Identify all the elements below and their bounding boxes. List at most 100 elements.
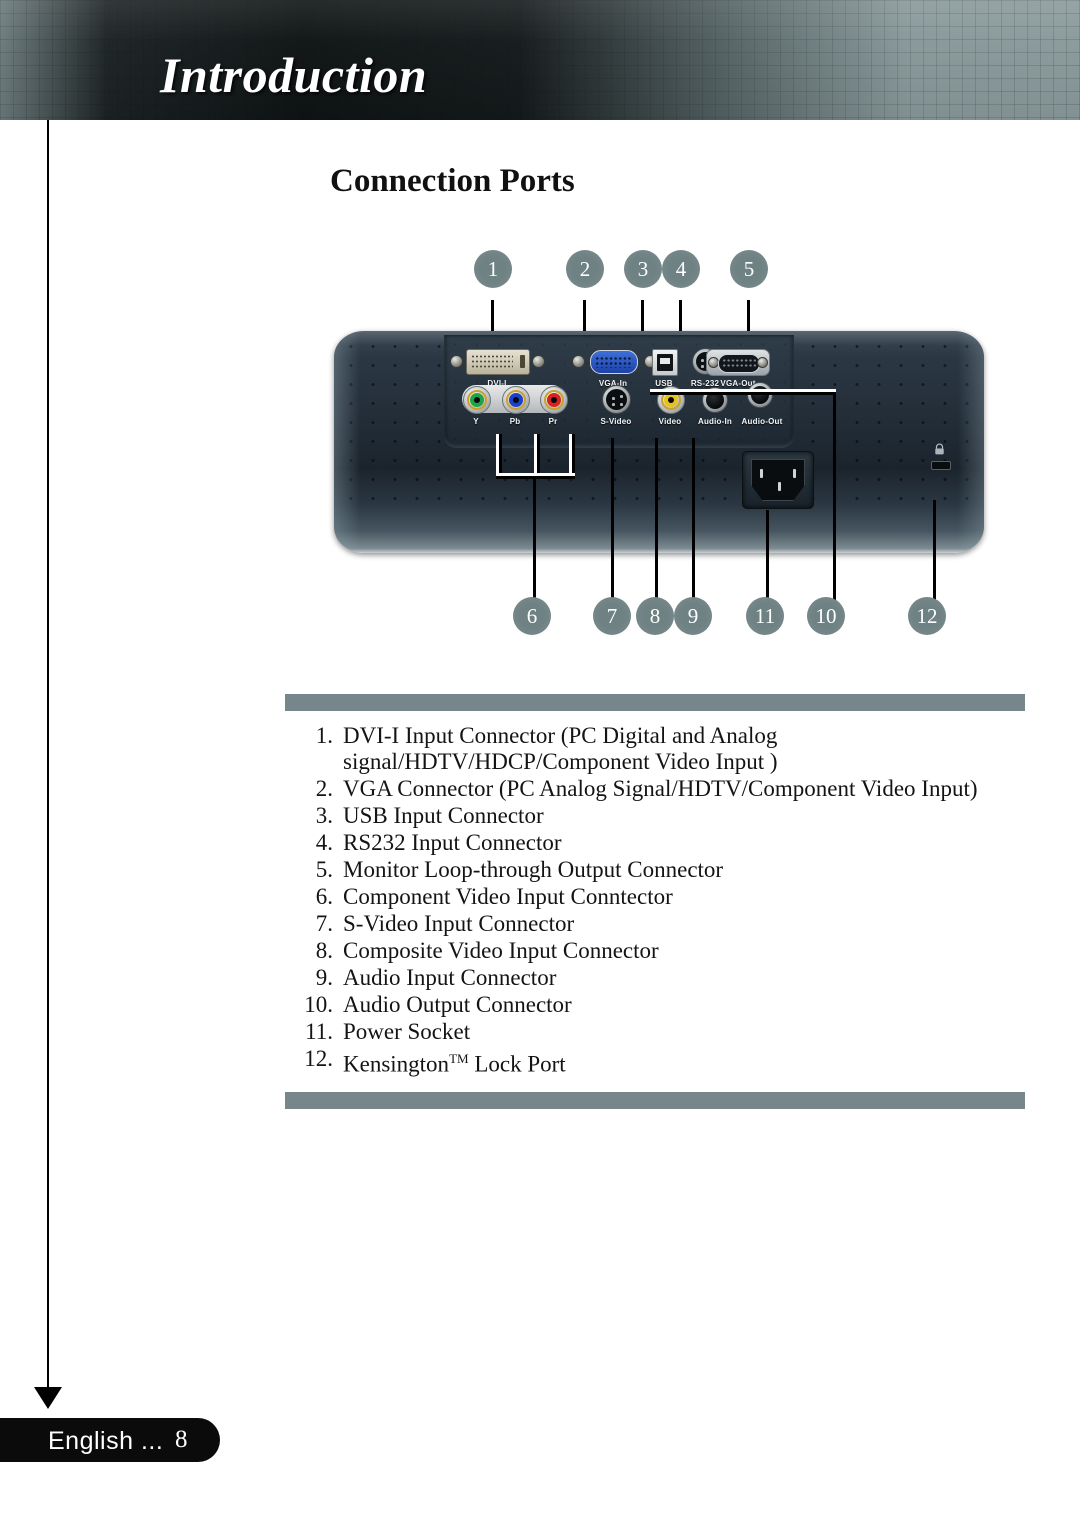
list-item-text: KensingtonTM Lock Port <box>343 1051 566 1077</box>
leader-line-11 <box>766 510 769 606</box>
margin-rule <box>47 120 49 1400</box>
dvi-flat-blade <box>520 355 525 368</box>
vga-in-connector <box>590 350 638 374</box>
callout-11: 11 <box>746 597 784 635</box>
list-item-number: 1. <box>315 723 333 748</box>
dvi-i-connector <box>466 349 530 375</box>
left-edge-highlight <box>334 331 360 553</box>
separator-bar-bottom <box>285 1092 1025 1109</box>
component-pr-jack <box>540 386 568 414</box>
list-item-text: USB Input Connector <box>343 803 544 828</box>
list-item-text: Audio Output Connector <box>343 992 572 1017</box>
power-socket <box>742 451 814 509</box>
margin-arrow-icon <box>34 1387 62 1409</box>
vga-in-screw-left <box>572 355 585 368</box>
list-item-text: VGA Connector (PC Analog Signal/HDTV/Com… <box>343 776 978 801</box>
list-item-number: 5. <box>315 857 333 882</box>
bracket-pr <box>572 434 575 476</box>
callout-10: 10 <box>807 597 845 635</box>
leader-line-8 <box>655 438 658 606</box>
vga-out-connector <box>706 349 770 376</box>
label-pb: Pb <box>509 417 521 426</box>
projector-rear-panel-image: DVI-I VGA-In USB RS-232 VGA-Out Y Pb Pr … <box>334 331 984 553</box>
callout-8: 8 <box>636 597 674 635</box>
callout-5: 5 <box>730 250 768 288</box>
list-item-text: Component Video Input Conntector <box>343 884 673 909</box>
separator-bar-top <box>285 694 1025 711</box>
list-item-number: 10. <box>304 992 333 1017</box>
list-item-text: Audio Input Connector <box>343 965 557 990</box>
list-item: 11. Power Socket <box>285 1019 1025 1045</box>
section-title: Connection Ports <box>330 163 575 199</box>
list-item-text: S-Video Input Connector <box>343 911 575 936</box>
list-item-number: 9. <box>315 965 333 990</box>
dvi-screw-right <box>532 355 545 368</box>
label-pr: Pr <box>548 417 558 426</box>
callout-6: 6 <box>513 597 551 635</box>
list-item: 9. Audio Input Connector <box>285 965 1025 991</box>
page-title: Introduction <box>160 47 428 103</box>
footer-page-number: 8 <box>175 1426 188 1453</box>
list-item: 8. Composite Video Input Connector <box>285 938 1025 964</box>
audio-out-jack <box>747 382 773 408</box>
leader-line-9 <box>692 438 695 606</box>
dvi-screw-left <box>450 355 463 368</box>
list-item-number: 4. <box>315 830 333 855</box>
list-item-number: 6. <box>315 884 333 909</box>
bracket-y <box>499 434 502 476</box>
usb-tab <box>660 358 670 364</box>
leader-line-10-vertical <box>833 392 836 606</box>
power-socket-cavity <box>751 459 805 501</box>
s-video-cavity <box>606 389 627 410</box>
list-item: 12. KensingtonTM Lock Port <box>285 1046 1025 1078</box>
s-video-connector <box>602 385 631 414</box>
callout-7: 7 <box>593 597 631 635</box>
vga-out-screw-right <box>757 357 768 368</box>
usb-cavity <box>657 354 673 371</box>
component-y-jack <box>463 386 491 414</box>
list-item: 4. RS232 Input Connector <box>285 830 1025 856</box>
list-item-number: 8. <box>315 938 333 963</box>
callout-3: 3 <box>624 250 662 288</box>
list-item-text: Composite Video Input Connector <box>343 938 659 963</box>
list-item-number: 11. <box>305 1019 333 1044</box>
list-item-number: 3. <box>315 803 333 828</box>
leader-line-6 <box>533 476 536 606</box>
kensington-lock-slot <box>931 461 951 470</box>
callout-4: 4 <box>662 250 700 288</box>
leader-line-12 <box>933 500 936 606</box>
callout-1: 1 <box>474 250 512 288</box>
vga-in-pin-array <box>595 356 633 368</box>
leader-line-10-horizontal <box>650 392 836 395</box>
footer-language-label: English ... <box>48 1427 164 1455</box>
callout-2: 2 <box>566 250 604 288</box>
right-edge-highlight <box>958 331 984 553</box>
list-item: 10. Audio Output Connector <box>285 992 1025 1018</box>
list-item: 3. USB Input Connector <box>285 803 1025 829</box>
label-audio-out: Audio-Out <box>741 417 783 426</box>
vga-out-pin-array <box>722 358 756 369</box>
list-item: 6. Component Video Input Conntector <box>285 884 1025 910</box>
list-item-number: 7. <box>315 911 333 936</box>
label-y: Y <box>473 417 479 426</box>
list-item: 2. VGA Connector (PC Analog Signal/HDTV/C… <box>285 776 1025 802</box>
component-pb-jack <box>502 386 530 414</box>
kensington-lock-icon <box>935 443 944 455</box>
list-item-number: 2. <box>315 776 333 801</box>
list-item-text: Power Socket <box>343 1019 471 1044</box>
list-item-text: DVI-I Input Connector (PC Digital and An… <box>343 723 778 774</box>
leader-line-7 <box>611 438 614 606</box>
label-svideo: S-Video <box>600 417 632 426</box>
dvi-pin-array <box>471 354 513 369</box>
list-item-number: 12. <box>304 1046 333 1071</box>
vga-out-cavity <box>718 354 760 373</box>
list-item: 5. Monitor Loop-through Output Connector <box>285 857 1025 883</box>
callout-9: 9 <box>674 597 712 635</box>
connection-ports-list: 1. DVI-I Input Connector (PC Digital and … <box>285 723 1025 1079</box>
list-item: 1. DVI-I Input Connector (PC Digital and … <box>285 723 1025 775</box>
label-video: Video <box>658 417 682 426</box>
callout-12: 12 <box>908 597 946 635</box>
list-item-text: Monitor Loop-through Output Connector <box>343 857 724 882</box>
list-item: 7. S-Video Input Connector <box>285 911 1025 937</box>
list-item-text: RS232 Input Connector <box>343 830 562 855</box>
